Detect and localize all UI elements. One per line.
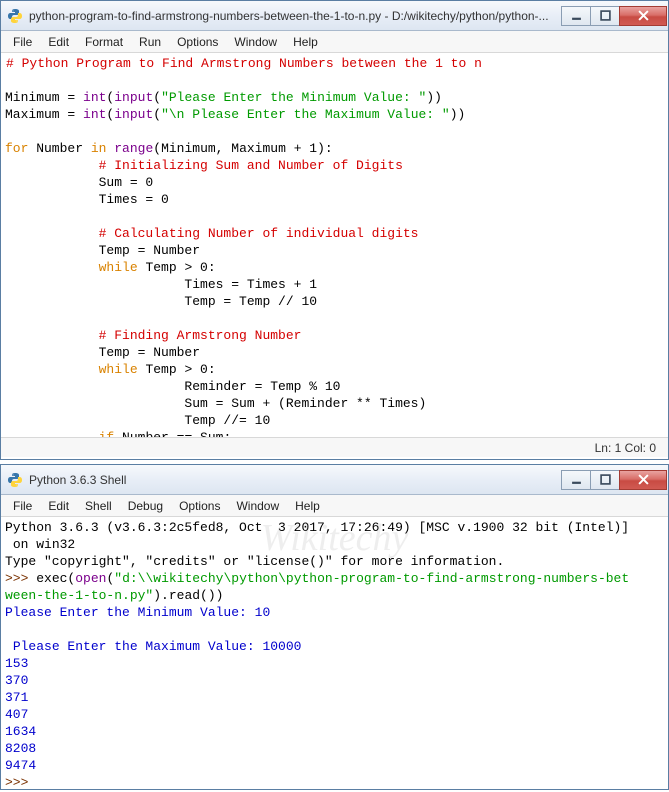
code-line bbox=[5, 260, 99, 275]
code-line: Times = 0 bbox=[5, 192, 169, 207]
code-line: Reminder = Temp % 10 bbox=[5, 379, 340, 394]
shell-output-value: 9474 bbox=[5, 758, 36, 773]
code-line: # Initializing Sum and Number of Digits bbox=[5, 158, 403, 173]
code-line: Temp //= 10 bbox=[5, 413, 270, 428]
code-line: for bbox=[5, 141, 28, 156]
shell-line: Please Enter the Minimum Value: 10 bbox=[5, 605, 270, 620]
code-line: Sum = Sum + (Reminder ** Times) bbox=[5, 396, 426, 411]
menu-options[interactable]: Options bbox=[171, 497, 228, 515]
window-controls bbox=[562, 470, 667, 490]
menu-help[interactable]: Help bbox=[285, 33, 326, 51]
minimize-button[interactable] bbox=[561, 6, 591, 26]
shell-output-value: 8208 bbox=[5, 741, 36, 756]
editor-window: python-program-to-find-armstrong-numbers… bbox=[0, 0, 669, 460]
code-line: Times = Times + 1 bbox=[5, 277, 317, 292]
menu-format[interactable]: Format bbox=[77, 33, 131, 51]
shell-title: Python 3.6.3 Shell bbox=[29, 473, 562, 487]
code-line: Temp = Number bbox=[5, 243, 200, 258]
shell-line: Type "copyright", "credits" or "license(… bbox=[5, 554, 504, 569]
maximize-button[interactable] bbox=[590, 470, 620, 490]
menu-window[interactable]: Window bbox=[228, 497, 287, 515]
menu-edit[interactable]: Edit bbox=[40, 497, 77, 515]
shell-line: Please Enter the Maximum Value: 10000 bbox=[5, 639, 301, 654]
minimize-button[interactable] bbox=[561, 470, 591, 490]
menu-edit[interactable]: Edit bbox=[40, 33, 77, 51]
code-line: Minimum = bbox=[5, 90, 83, 105]
editor-statusbar: Ln: 1 Col: 0 bbox=[1, 437, 668, 457]
shell-line: on win32 bbox=[5, 537, 75, 552]
code-line: Temp = Temp // 10 bbox=[5, 294, 317, 309]
maximize-button[interactable] bbox=[590, 6, 620, 26]
editor-title: python-program-to-find-armstrong-numbers… bbox=[29, 9, 562, 23]
code-line bbox=[5, 430, 99, 437]
shell-window: Python 3.6.3 Shell File Edit Shell Debug… bbox=[0, 464, 669, 790]
shell-prompt: >>> bbox=[5, 775, 36, 787]
code-line: Temp = Number bbox=[5, 345, 200, 360]
menu-window[interactable]: Window bbox=[226, 33, 285, 51]
menu-run[interactable]: Run bbox=[131, 33, 169, 51]
shell-output[interactable]: Python 3.6.3 (v3.6.3:2c5fed8, Oct 3 2017… bbox=[1, 517, 668, 787]
code-line: # Python Program to Find Armstrong Numbe… bbox=[6, 56, 482, 71]
python-icon bbox=[7, 472, 23, 488]
shell-output-value: 1634 bbox=[5, 724, 36, 739]
menu-options[interactable]: Options bbox=[169, 33, 226, 51]
editor-code[interactable]: # Python Program to Find Armstrong Numbe… bbox=[1, 53, 668, 437]
code-line: # Finding Armstrong Number bbox=[5, 328, 301, 343]
close-button[interactable] bbox=[619, 6, 667, 26]
editor-menubar: File Edit Format Run Options Window Help bbox=[1, 31, 668, 53]
code-line: # Calculating Number of individual digit… bbox=[5, 226, 418, 241]
shell-output-value: 407 bbox=[5, 707, 28, 722]
menu-file[interactable]: File bbox=[5, 497, 40, 515]
code-line: Maximum = bbox=[5, 107, 83, 122]
shell-output-value: 371 bbox=[5, 690, 28, 705]
shell-prompt: >>> bbox=[5, 571, 36, 586]
shell-line: Python 3.6.3 (v3.6.3:2c5fed8, Oct 3 2017… bbox=[5, 520, 629, 535]
menu-file[interactable]: File bbox=[5, 33, 40, 51]
menu-debug[interactable]: Debug bbox=[120, 497, 171, 515]
code-line: Sum = 0 bbox=[5, 175, 153, 190]
close-button[interactable] bbox=[619, 470, 667, 490]
shell-menubar: File Edit Shell Debug Options Window Hel… bbox=[1, 495, 668, 517]
code-line bbox=[5, 362, 99, 377]
menu-shell[interactable]: Shell bbox=[77, 497, 120, 515]
shell-output-value: 153 bbox=[5, 656, 28, 671]
python-icon bbox=[7, 8, 23, 24]
menu-help[interactable]: Help bbox=[287, 497, 328, 515]
cursor-position: Ln: 1 Col: 0 bbox=[595, 441, 656, 455]
shell-titlebar[interactable]: Python 3.6.3 Shell bbox=[1, 465, 668, 495]
window-controls bbox=[562, 6, 667, 26]
editor-titlebar[interactable]: python-program-to-find-armstrong-numbers… bbox=[1, 1, 668, 31]
shell-output-value: 370 bbox=[5, 673, 28, 688]
